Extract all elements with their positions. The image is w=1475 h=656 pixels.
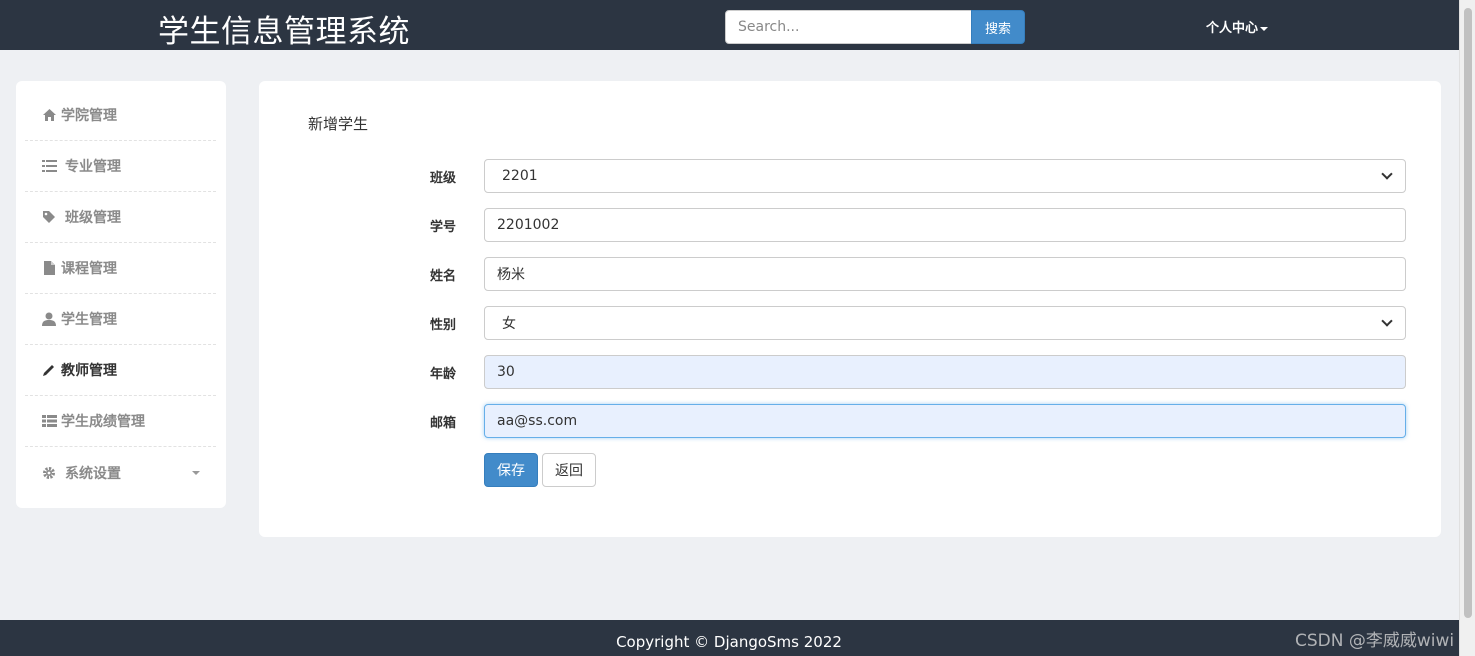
- sidebar-item-college[interactable]: 学院管理: [25, 90, 216, 141]
- sidebar: 学院管理 专业管理 班级管理 课程管理 学生管理 教师管理 学生成绩管理 系统设…: [16, 81, 226, 508]
- student-id-field[interactable]: 2201002: [484, 208, 1406, 242]
- tag-icon: [40, 209, 58, 225]
- search-button[interactable]: 搜索: [971, 10, 1025, 44]
- user-menu-label: 个人中心: [1206, 21, 1259, 36]
- file-icon: [40, 260, 58, 276]
- user-icon: [40, 311, 58, 327]
- gender-select[interactable]: 女: [484, 306, 1406, 340]
- name-field[interactable]: 杨米: [484, 257, 1406, 291]
- chevron-down-icon: [1381, 315, 1393, 327]
- sidebar-item-label: 班级管理: [65, 210, 121, 226]
- scrollbar-thumb[interactable]: [1464, 8, 1472, 618]
- back-button[interactable]: 返回: [542, 453, 596, 487]
- list-icon: [40, 158, 58, 174]
- sidebar-item-label: 专业管理: [65, 159, 121, 175]
- sidebar-item-label: 教师管理: [61, 363, 117, 379]
- email-label: 邮箱: [430, 416, 457, 431]
- footer: Copyright © DjangoSms 2022: [0, 620, 1459, 656]
- sidebar-item-label: 课程管理: [61, 261, 117, 277]
- brand-title[interactable]: 学生信息管理系统: [158, 6, 410, 51]
- sidebar-item-settings[interactable]: 系统设置: [25, 447, 216, 498]
- sidebar-item-teacher[interactable]: 教师管理: [25, 345, 216, 396]
- sidebar-item-major[interactable]: 专业管理: [25, 141, 216, 192]
- sidebar-item-grades[interactable]: 学生成绩管理: [25, 396, 216, 447]
- name-label: 姓名: [430, 269, 457, 284]
- sidebar-item-label: 学院管理: [61, 108, 117, 124]
- save-button[interactable]: 保存: [484, 453, 538, 487]
- gear-icon: [40, 465, 58, 481]
- page-title: 新增学生: [308, 115, 369, 133]
- copyright-text: Copyright © DjangoSms 2022: [616, 633, 842, 651]
- age-label: 年龄: [430, 367, 457, 382]
- chevron-down-icon: [1381, 168, 1393, 180]
- page-scrollbar[interactable]: [1459, 0, 1475, 656]
- sidebar-item-class[interactable]: 班级管理: [25, 192, 216, 243]
- main-panel: 新增学生 班级 2201 学号 2201002 姓名 杨米 性别 女 年龄 30…: [259, 81, 1441, 537]
- email-value: aa@ss.com: [497, 413, 578, 429]
- home-icon: [40, 107, 58, 123]
- sidebar-item-course[interactable]: 课程管理: [25, 243, 216, 294]
- sidebar-item-label: 学生成绩管理: [61, 414, 145, 430]
- class-label: 班级: [430, 171, 457, 186]
- user-menu-dropdown[interactable]: 个人中心: [1206, 17, 1269, 36]
- search-input[interactable]: [725, 10, 972, 44]
- gender-label: 性别: [430, 318, 457, 333]
- sidebar-item-student[interactable]: 学生管理: [25, 294, 216, 345]
- email-field[interactable]: aa@ss.com: [484, 404, 1406, 438]
- student-id-value: 2201002: [497, 217, 560, 233]
- watermark: CSDN @李威威wiwi: [1295, 631, 1455, 651]
- name-value: 杨米: [497, 267, 525, 283]
- age-value: 30: [497, 364, 515, 380]
- sidebar-item-label: 学生管理: [61, 312, 117, 328]
- pencil-icon: [40, 362, 58, 378]
- class-select[interactable]: 2201: [484, 159, 1406, 193]
- age-field[interactable]: 30: [484, 355, 1406, 389]
- sidebar-item-label: 系统设置: [65, 465, 121, 482]
- caret-down-icon: [192, 471, 200, 475]
- student-id-label: 学号: [430, 220, 457, 235]
- gender-select-value: 女: [502, 316, 516, 332]
- class-select-value: 2201: [502, 168, 538, 184]
- top-navbar: 学生信息管理系统 搜索 个人中心: [0, 0, 1459, 50]
- th-list-icon: [40, 413, 58, 429]
- caret-down-icon: [1260, 26, 1269, 31]
